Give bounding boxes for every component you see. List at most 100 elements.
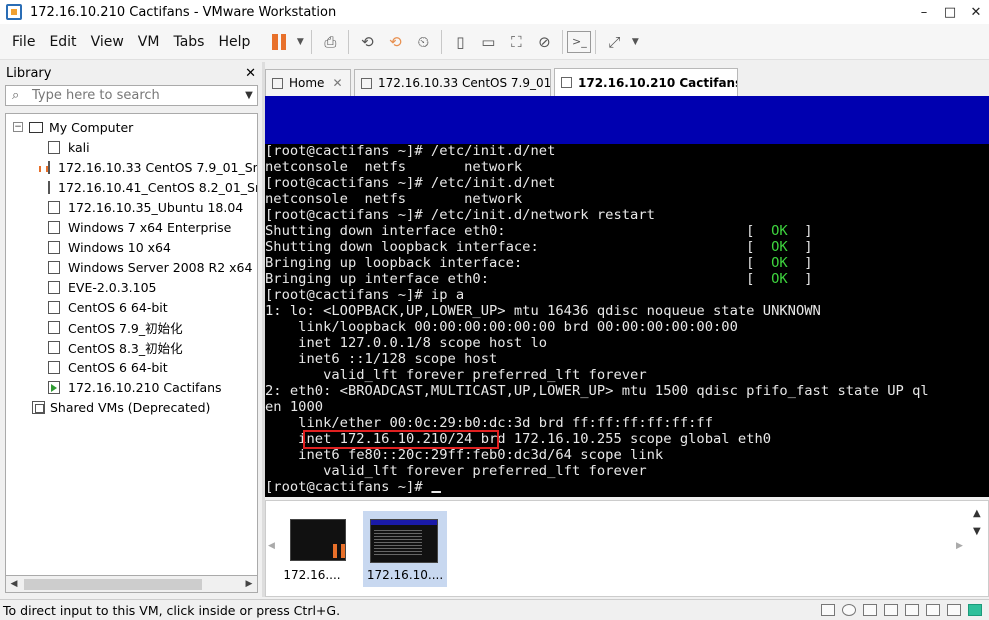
- status-text: To direct input to this VM, click inside…: [3, 602, 341, 618]
- vm-off-icon: [48, 320, 60, 334]
- terminal-line-text: 2: eth0: <BROADCAST,MULTICAST,UP,LOWER_U…: [265, 384, 929, 399]
- thumbnail-vm-paused[interactable]: 172.16....: [270, 511, 354, 587]
- terminal-line: inet 127.0.0.1/8 scope host lo: [265, 336, 989, 352]
- scroll-left-icon[interactable]: ◀: [6, 579, 22, 589]
- vm-running-icon: [48, 380, 60, 394]
- terminal-line: valid_lft forever preferred_lft forever: [265, 464, 989, 480]
- console-icon[interactable]: >_: [567, 30, 592, 53]
- terminal-line: [root@cactifans ~]# /etc/init.d/net: [265, 144, 989, 160]
- thumbnail-bar-icon[interactable]: ▭: [474, 28, 502, 56]
- chevron-down-icon[interactable]: ▼: [241, 90, 257, 101]
- terminal-line-text: Bringing up loopback interface: [: [265, 256, 772, 271]
- terminal-line: link/loopback 00:00:00:00:00:00 brd 00:0…: [265, 320, 989, 336]
- tree-node-vm[interactable]: CentOS 7.9_初始化: [6, 317, 257, 337]
- pause-icon[interactable]: [265, 28, 293, 56]
- tree-node-vm[interactable]: 172.16.10.33 CentOS 7.9_01_Snap: [6, 157, 257, 177]
- computer-icon: [29, 121, 43, 133]
- thumbnail-label: 172.16.10....: [366, 568, 444, 582]
- toolbar: ▼ ⎙ ⟲ ⟲ ⏲ ▯ ▭ ⛶ ⊘ >_ ⤢ ▼: [265, 28, 642, 56]
- terminal-line-text: valid_lft forever preferred_lft forever: [265, 368, 647, 383]
- cd-dvd-icon[interactable]: [842, 604, 856, 616]
- tree-node-shared-vms[interactable]: Shared VMs (Deprecated): [6, 397, 257, 417]
- minimize-button[interactable]: –: [911, 5, 937, 20]
- terminal-line-text: Bringing up interface eth0: [: [265, 272, 772, 287]
- terminal-line: Bringing up interface eth0: [ OK ]: [265, 272, 989, 288]
- printer-icon[interactable]: [905, 604, 919, 616]
- terminal-line: [root@cactifans ~]# ip a: [265, 288, 989, 304]
- vm-console[interactable]: [root@cactifans ~]# /etc/init.d/net netco…: [265, 96, 989, 497]
- title-bar: 172.16.10.210 Cactifans - VMware Worksta…: [0, 0, 989, 24]
- send-keys-icon[interactable]: ⎙: [316, 28, 344, 56]
- scroll-right-icon[interactable]: ▶: [241, 579, 257, 589]
- tab-centos-79[interactable]: 172.16.10.33 CentOS 7.9_01... ✕: [354, 69, 551, 96]
- thumbnail-vm-running[interactable]: 172.16.10....: [363, 511, 447, 587]
- scrollbar-thumb[interactable]: [24, 578, 202, 590]
- snapshot-manager-icon[interactable]: ⏲: [409, 28, 437, 56]
- tree-node-vm[interactable]: Windows 7 x64 Enterprise: [6, 217, 257, 237]
- library-close-button[interactable]: ✕: [245, 66, 256, 81]
- terminal-line: netconsole netfs network: [265, 192, 989, 208]
- tree-node-label: 172.16.10.35_Ubuntu 18.04: [68, 199, 244, 215]
- chevron-down-icon[interactable]: ▼: [628, 28, 642, 56]
- tree-node-label: 172.16.10.33 CentOS 7.9_01_Snap: [58, 159, 258, 175]
- menu-vm[interactable]: VM: [131, 34, 167, 50]
- tree-node-label: Windows 10 x64: [68, 239, 171, 255]
- tree-node-vm[interactable]: CentOS 6 64-bit: [6, 357, 257, 377]
- network-adapter-icon[interactable]: [863, 604, 877, 616]
- unity-icon[interactable]: ⊘: [530, 28, 558, 56]
- tree-node-label: CentOS 6 64-bit: [68, 359, 168, 375]
- tab-cactifans[interactable]: 172.16.10.210 Cactifans ✕: [554, 68, 738, 96]
- terminal-line-text: netconsole netfs network: [265, 192, 523, 207]
- tree-node-label: My Computer: [49, 119, 134, 135]
- collapse-icon[interactable]: −: [13, 122, 23, 132]
- stretch-icon[interactable]: ⤢: [600, 28, 628, 56]
- library-horizontal-scrollbar[interactable]: ◀ ▶: [5, 576, 258, 593]
- usb-icon[interactable]: [884, 604, 898, 616]
- tree-node-label: Windows Server 2008 R2 x64: [68, 259, 253, 275]
- tree-node-my-computer[interactable]: − My Computer: [6, 117, 257, 137]
- show-library-icon[interactable]: ▯: [446, 28, 474, 56]
- tree-node-vm[interactable]: Windows 10 x64: [6, 237, 257, 257]
- menu-tabs[interactable]: Tabs: [166, 34, 211, 50]
- tree-node-vm[interactable]: EVE-2.0.3.105: [6, 277, 257, 297]
- full-screen-icon[interactable]: ⛶: [502, 28, 530, 56]
- sound-card-icon[interactable]: [926, 604, 940, 616]
- console-blue-band: [265, 96, 989, 144]
- vm-off-icon: [48, 140, 60, 154]
- terminal-line: en 1000: [265, 400, 989, 416]
- chevron-down-icon[interactable]: ▼: [293, 28, 307, 56]
- vm-paused-icon: [361, 77, 372, 89]
- terminal-line-text: ]: [787, 256, 813, 271]
- terminal-line: [root@cactifans ~]# /etc/init.d/net: [265, 176, 989, 192]
- menu-file[interactable]: File: [5, 34, 42, 50]
- ok-status: OK: [771, 272, 788, 287]
- scroll-right-icon[interactable]: ▶: [956, 541, 963, 551]
- tree-node-vm[interactable]: 172.16.10.35_Ubuntu 18.04: [6, 197, 257, 217]
- snapshot-icon[interactable]: ⟲: [353, 28, 381, 56]
- menu-view[interactable]: View: [84, 34, 131, 50]
- revert-snapshot-icon[interactable]: ⟲: [381, 28, 409, 56]
- terminal-line: 1: lo: <LOOPBACK,UP,LOWER_UP> mtu 16436 …: [265, 304, 989, 320]
- tree-node-vm[interactable]: CentOS 6 64-bit: [6, 297, 257, 317]
- terminal-line: Shutting down loopback interface: [ OK ]: [265, 240, 989, 256]
- tab-home[interactable]: Home ✕: [265, 69, 351, 96]
- maximize-button[interactable]: □: [937, 5, 963, 20]
- close-window-button[interactable]: ✕: [963, 5, 989, 20]
- tree-node-vm[interactable]: kali: [6, 137, 257, 157]
- message-log-icon[interactable]: [968, 604, 982, 616]
- tree-node-vm[interactable]: Windows Server 2008 R2 x64: [6, 257, 257, 277]
- library-search-input[interactable]: ⌕ Type here to search ▼: [5, 85, 258, 106]
- thumbnail-scroll-arrows[interactable]: ▲ ▼: [973, 505, 981, 541]
- tree-node-vm[interactable]: 172.16.10.41_CentOS 8.2_01_Snap: [6, 177, 257, 197]
- ok-status: OK: [771, 240, 788, 255]
- library-tree: − My Computer kali 172.16.10.33 CentOS 7.…: [5, 113, 258, 576]
- terminal-line-text: ]: [787, 272, 813, 287]
- menu-help[interactable]: Help: [211, 34, 257, 50]
- hard-disk-icon[interactable]: [821, 604, 835, 616]
- menu-edit[interactable]: Edit: [42, 34, 83, 50]
- terminal-line-text: inet 127.0.0.1/8 scope host lo: [265, 336, 548, 351]
- tree-node-vm[interactable]: CentOS 8.3_初始化: [6, 337, 257, 357]
- close-icon[interactable]: ✕: [332, 76, 342, 90]
- tree-node-vm[interactable]: 172.16.10.210 Cactifans: [6, 377, 257, 397]
- display-icon[interactable]: [947, 604, 961, 616]
